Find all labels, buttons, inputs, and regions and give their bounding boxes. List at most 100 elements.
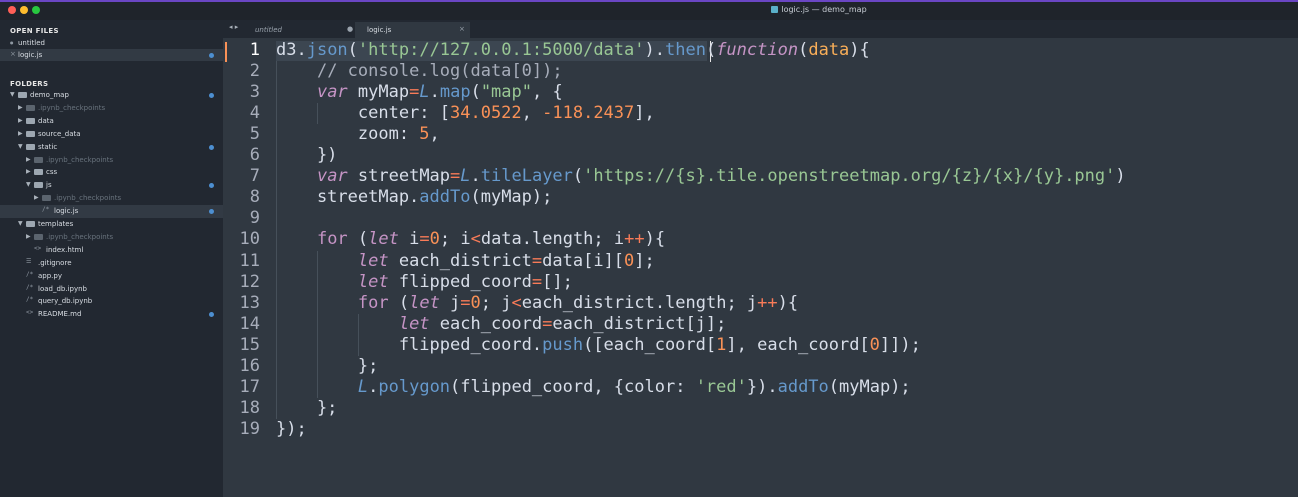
line-number: 16 [239,355,260,376]
code-line[interactable]: zoom: 5, [276,124,440,144]
modified-dot-icon [209,53,214,58]
code-token: flipped_coord [388,271,532,292]
code-token: "map" [480,82,532,103]
code-line[interactable]: var streetMap=L.tileLayer('https://{s}.t… [276,166,1126,186]
folder-item[interactable]: ▶ .ipynb_checkpoints [0,102,223,115]
code-line[interactable]: }; [276,356,378,376]
chevron-right-icon[interactable]: ▶ [18,104,23,111]
line-number: 13 [239,292,260,313]
indent-guide [317,103,318,124]
folder-item[interactable]: ▶ .ipynb_checkpoints [0,192,223,205]
open-file-item[interactable]: ● untitled [0,37,223,49]
code-token: ( [705,40,717,60]
file-item[interactable]: <> README.md [0,308,223,321]
code-token: 0 [470,292,481,313]
code-line[interactable]: let each_district=data[i][0]; [276,251,655,271]
code-token: ) [1115,166,1126,187]
folder-item[interactable]: ▼ demo_map [0,89,223,102]
code-line[interactable]: L.polygon(flipped_coord, {color: 'red'})… [276,377,911,397]
chevron-down-icon[interactable]: ▼ [10,91,15,98]
folder-item[interactable]: ▶ .ipynb_checkpoints [0,154,223,167]
code-token: 0 [429,229,440,250]
chevron-down-icon[interactable]: ▼ [18,220,23,227]
code-token: L [460,166,471,187]
code-token: function [716,40,799,60]
tree-item-label: .ipynb_checkpoints [46,155,114,164]
tab-nav-arrows-icon[interactable]: ◂ ▸ [229,23,238,31]
folder-item[interactable]: ▶ data [0,115,223,128]
file-icon: /* [26,283,34,291]
tree-item-label: js [46,181,52,190]
tab-logic-js[interactable]: logic.js × [355,22,470,38]
folder-item[interactable]: ▼ templates [0,218,223,231]
code-line[interactable]: }); [276,419,307,439]
code-line[interactable]: d3.json('http://127.0.0.1:5000/data').th… [276,40,870,60]
code-token: each_coord [429,313,543,334]
code-line[interactable]: for (let i=0; i<data.length; i++){ [276,229,665,249]
code-token: map [439,82,471,103]
unsaved-dot-icon[interactable]: ● [10,40,14,45]
line-number: 8 [249,187,260,208]
folder-item[interactable]: ▶ css [0,166,223,179]
chevron-down-icon[interactable]: ▼ [26,181,31,188]
code-token: let [357,250,389,271]
code-token: ++ [624,229,645,250]
line-number: 19 [239,418,260,439]
line-number: 18 [239,397,260,418]
folder-icon [42,195,51,202]
chevron-right-icon[interactable]: ▶ [26,168,31,175]
folder-icon [26,221,35,227]
chevron-right-icon[interactable]: ▶ [34,194,39,201]
file-item[interactable]: <> index.html [0,244,223,257]
code-line[interactable]: }) [276,145,337,165]
modified-dot-icon [209,209,214,215]
close-file-icon[interactable]: × [10,50,16,58]
chevron-right-icon[interactable]: ▶ [18,117,23,124]
tree-item-label: data [38,116,54,125]
code-line[interactable]: // console.log(data[0]); [276,61,563,81]
code-token: // console.log(data[0]); [316,61,563,82]
code-line[interactable]: streetMap.addTo(myMap); [276,187,552,207]
tree-item-label: .gitignore [38,258,72,267]
code-token: each_district[j]; [552,313,727,334]
code-editor[interactable]: 1 d3.json('http://127.0.0.1:5000/data').t… [223,38,1298,497]
code-token: data [808,40,850,60]
open-file-item[interactable]: × logic.js [0,49,223,61]
code-token: = [419,229,430,250]
tree-item-label: demo_map [30,91,69,99]
close-tab-icon[interactable]: × [459,25,465,33]
folder-item[interactable]: ▶ .ipynb_checkpoints [0,231,223,244]
file-item[interactable]: ☰ .gitignore [0,257,223,270]
code-line[interactable]: for (let j=0; j<each_district.length; j+… [276,293,798,313]
code-token: data[i][ [542,250,625,271]
code-token: (flipped_coord, {color: [450,376,696,397]
code-line[interactable]: }; [276,398,337,418]
folder-item[interactable]: ▼ js [0,179,223,192]
chevron-right-icon[interactable]: ▶ [18,130,23,137]
file-item[interactable]: /* query_db.ipynb [0,295,223,308]
file-item[interactable]: /* load_db.ipynb [0,283,223,296]
code-line[interactable]: center: [34.0522, -118.2437], [276,103,655,123]
code-line[interactable]: let each_coord=each_district[j]; [276,313,727,334]
code-line[interactable]: var myMap=L.map("map", { [276,82,563,102]
code-token: ]; [634,250,655,271]
file-item[interactable]: /* app.py [0,270,223,283]
folder-item[interactable]: ▼ static [0,141,223,154]
file-item[interactable]: /* logic.js [0,205,223,219]
tree-item-label: load_db.ipynb [38,284,87,293]
chevron-right-icon[interactable]: ▶ [26,156,31,163]
code-line[interactable]: flipped_coord.push([each_coord[1], each_… [276,335,921,355]
line-number: 5 [249,124,260,145]
code-token: ){ [777,292,799,313]
code-line[interactable]: let flipped_coord=[]; [276,272,573,292]
chevron-right-icon[interactable]: ▶ [26,233,31,240]
unsaved-dot-icon[interactable]: ● [347,25,353,33]
code-token: ( [572,166,584,187]
folder-item[interactable]: ▶ source_data [0,128,223,141]
code-token: 0 [624,250,635,271]
code-token: < [511,292,522,313]
tab-untitled[interactable]: untitled ● [243,22,353,38]
folder-icon [26,117,35,124]
chevron-down-icon[interactable]: ▼ [18,143,23,150]
